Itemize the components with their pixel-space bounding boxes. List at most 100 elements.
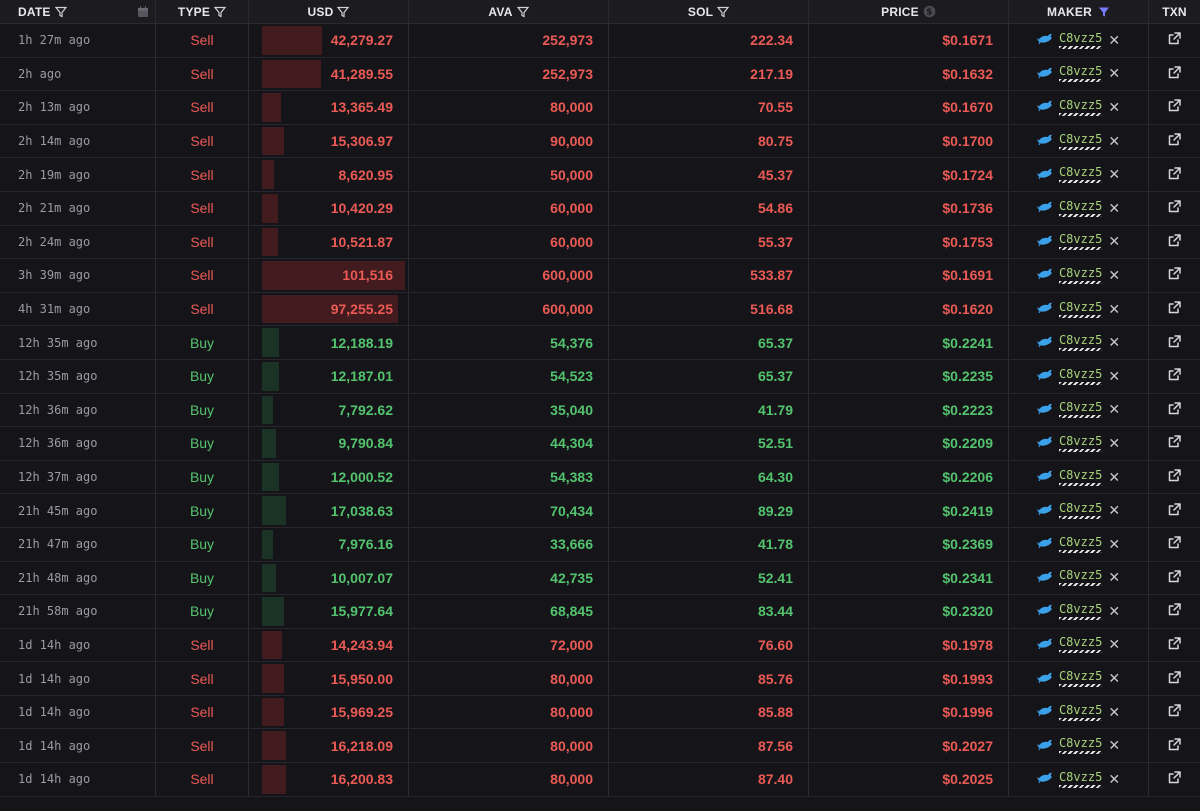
external-link-icon[interactable]: [1168, 368, 1181, 384]
maker-link[interactable]: C8vzz5: [1058, 32, 1103, 49]
external-link-icon[interactable]: [1168, 66, 1181, 82]
external-link-icon[interactable]: [1168, 435, 1181, 451]
table-row: 2h 24m ago Sell 10,521.87 60,000 55.37 $…: [0, 225, 1200, 260]
maker-link[interactable]: C8vzz5: [1058, 65, 1103, 83]
clear-filter-icon[interactable]: ✕: [1108, 65, 1120, 82]
filter-icon[interactable]: [717, 6, 730, 18]
sol-cell: 70.55: [609, 91, 809, 124]
clear-filter-icon[interactable]: ✕: [1108, 200, 1120, 217]
maker-link[interactable]: C8vzz5: [1058, 301, 1103, 318]
external-link-icon[interactable]: [1168, 536, 1181, 552]
maker-link[interactable]: C8vzz5: [1058, 200, 1103, 217]
external-link-icon[interactable]: [1168, 402, 1181, 418]
type-cell: Sell: [156, 729, 249, 763]
external-link-icon[interactable]: [1168, 301, 1181, 317]
maker-link[interactable]: C8vzz5: [1058, 401, 1103, 419]
maker-underline: [1058, 549, 1103, 553]
calendar-icon[interactable]: [137, 6, 149, 18]
external-link-icon[interactable]: [1168, 334, 1181, 351]
filter-icon[interactable]: [214, 6, 227, 18]
maker-link[interactable]: C8vzz5: [1058, 704, 1103, 721]
price-cell: $0.2241: [809, 326, 1009, 359]
maker-link[interactable]: C8vzz5: [1058, 502, 1103, 520]
maker-link[interactable]: C8vzz5: [1058, 133, 1103, 150]
clear-filter-icon[interactable]: ✕: [1108, 401, 1120, 418]
external-link-icon[interactable]: [1168, 234, 1181, 250]
clear-filter-icon[interactable]: ✕: [1108, 32, 1120, 49]
clear-filter-icon[interactable]: ✕: [1108, 603, 1120, 620]
header-usd[interactable]: USD: [249, 0, 409, 23]
clear-filter-icon[interactable]: ✕: [1108, 233, 1120, 250]
external-link-icon[interactable]: [1168, 99, 1181, 115]
clear-filter-icon[interactable]: ✕: [1108, 670, 1120, 687]
clear-filter-icon[interactable]: ✕: [1108, 502, 1120, 519]
sol-cell: 533.87: [609, 259, 809, 292]
clear-filter-icon[interactable]: ✕: [1108, 704, 1120, 721]
clear-filter-icon[interactable]: ✕: [1108, 267, 1120, 284]
external-link-icon[interactable]: [1168, 267, 1181, 283]
ava-cell: 44,304: [409, 427, 609, 460]
filter-active-icon[interactable]: [1098, 6, 1110, 18]
maker-link[interactable]: C8vzz5: [1058, 334, 1103, 352]
maker-link[interactable]: C8vzz5: [1058, 771, 1103, 788]
maker-link[interactable]: C8vzz5: [1058, 166, 1103, 184]
maker-link[interactable]: C8vzz5: [1058, 368, 1103, 385]
external-link-icon[interactable]: [1168, 32, 1181, 48]
clear-filter-icon[interactable]: ✕: [1108, 301, 1120, 318]
clear-filter-icon[interactable]: ✕: [1108, 435, 1120, 452]
clear-filter-icon[interactable]: ✕: [1108, 536, 1120, 553]
clear-filter-icon[interactable]: ✕: [1108, 99, 1120, 116]
clear-filter-icon[interactable]: ✕: [1108, 636, 1120, 653]
maker-underline: [1058, 482, 1103, 486]
external-link-icon[interactable]: [1168, 637, 1181, 653]
type-cell: Buy: [156, 595, 249, 628]
clear-filter-icon[interactable]: ✕: [1108, 166, 1120, 183]
maker-link[interactable]: C8vzz5: [1058, 469, 1103, 486]
maker-link[interactable]: C8vzz5: [1058, 569, 1103, 587]
external-link-icon[interactable]: [1168, 166, 1181, 183]
price-cell: $0.1996: [809, 695, 1009, 729]
external-link-icon[interactable]: [1168, 603, 1181, 619]
trade-ava: 80,000: [550, 771, 593, 788]
external-link-icon[interactable]: [1168, 738, 1181, 754]
header-maker[interactable]: MAKER: [1009, 0, 1149, 23]
clear-filter-icon[interactable]: ✕: [1108, 133, 1120, 150]
filter-icon[interactable]: [516, 6, 529, 18]
clear-filter-icon[interactable]: ✕: [1108, 334, 1120, 351]
header-type[interactable]: TYPE: [156, 0, 249, 23]
external-link-icon[interactable]: [1168, 502, 1181, 519]
clear-filter-icon[interactable]: ✕: [1108, 737, 1120, 754]
external-link-icon[interactable]: [1168, 704, 1181, 720]
header-price[interactable]: PRICE $: [809, 0, 1009, 23]
dollar-toggle-icon[interactable]: $: [923, 5, 936, 18]
external-link-icon[interactable]: [1168, 771, 1181, 787]
clear-filter-icon[interactable]: ✕: [1108, 368, 1120, 385]
clear-filter-icon[interactable]: ✕: [1108, 469, 1120, 486]
header-ava[interactable]: AVA: [409, 0, 609, 23]
maker-link[interactable]: C8vzz5: [1058, 737, 1103, 755]
header-date[interactable]: DATE: [0, 0, 156, 23]
external-link-icon[interactable]: [1168, 133, 1181, 149]
usd-cell: 12,000.52: [249, 460, 409, 494]
maker-link[interactable]: C8vzz5: [1058, 670, 1103, 688]
external-link-icon[interactable]: [1168, 570, 1181, 586]
external-link-icon[interactable]: [1168, 200, 1181, 216]
maker-link[interactable]: C8vzz5: [1058, 536, 1103, 553]
txn-cell: [1149, 192, 1200, 225]
maker-link[interactable]: C8vzz5: [1058, 636, 1103, 654]
ava-cell: 54,383: [409, 460, 609, 494]
maker-link[interactable]: C8vzz5: [1058, 233, 1103, 251]
filter-icon[interactable]: [337, 6, 350, 18]
table-row: 1d 14h ago Sell 15,969.25 80,000 85.88 $…: [0, 695, 1200, 730]
maker-link[interactable]: C8vzz5: [1058, 603, 1103, 620]
external-link-icon[interactable]: [1168, 670, 1181, 687]
clear-filter-icon[interactable]: ✕: [1108, 771, 1120, 788]
maker-link[interactable]: C8vzz5: [1058, 435, 1103, 452]
external-link-icon[interactable]: [1168, 469, 1181, 485]
filter-icon[interactable]: [54, 6, 67, 18]
maker-underline: [1058, 751, 1103, 755]
header-sol[interactable]: SOL: [609, 0, 809, 23]
maker-link[interactable]: C8vzz5: [1058, 267, 1103, 284]
clear-filter-icon[interactable]: ✕: [1108, 569, 1120, 586]
maker-link[interactable]: C8vzz5: [1058, 99, 1103, 116]
